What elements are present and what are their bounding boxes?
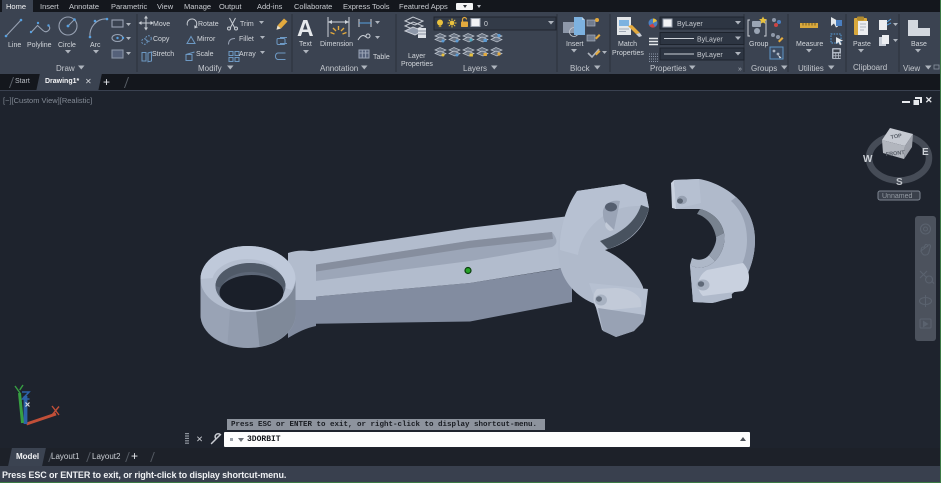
svg-text:S: S	[896, 177, 903, 188]
svg-text:W: W	[863, 154, 873, 165]
svg-text:Unnamed: Unnamed	[882, 193, 912, 200]
svg-text:E: E	[922, 147, 929, 158]
